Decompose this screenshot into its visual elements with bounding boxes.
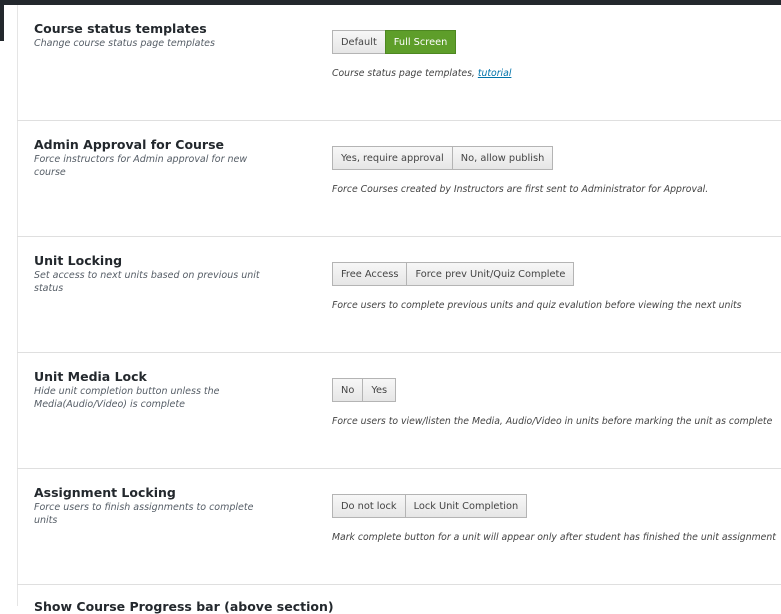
course-status-template-toggle: Default Full Screen [332, 30, 457, 54]
do-not-lock-button[interactable]: Do not lock [332, 494, 406, 518]
setting-title: Assignment Locking [34, 485, 176, 500]
assignment-locking-toggle: Do not lock Lock Unit Completion [332, 494, 528, 518]
unit-media-lock-toggle: No Yes [332, 378, 397, 402]
force-prev-complete-button[interactable]: Force prev Unit/Quiz Complete [406, 262, 575, 286]
setting-description: Force instructors for Admin approval for… [34, 154, 248, 178]
allow-publish-button[interactable]: No, allow publish [451, 146, 554, 170]
setting-description: Set access to next units based on previo… [34, 270, 260, 294]
unit-locking-toggle: Free Access Force prev Unit/Quiz Complet… [332, 262, 575, 286]
free-access-button[interactable]: Free Access [332, 262, 408, 286]
setting-description: Hide unit completion button unless the M… [34, 386, 220, 410]
media-lock-no-button[interactable]: No [332, 378, 364, 402]
setting-description: Force users to finish assignments to com… [34, 502, 254, 526]
setting-row-unit-locking: Unit Locking Set access to next units ba… [17, 237, 781, 353]
setting-row-unit-media-lock: Unit Media Lock Hide unit completion but… [17, 353, 781, 469]
setting-help-text: Force users to complete previous units a… [332, 300, 742, 311]
setting-row-admin-approval: Admin Approval for Course Force instruct… [17, 121, 781, 237]
setting-row-course-status-templates: Course status templates Change course st… [17, 5, 781, 121]
setting-title: Unit Media Lock [34, 369, 147, 384]
setting-help-text: Course status page templates, tutorial [332, 68, 511, 79]
admin-sidebar-edge [0, 5, 4, 41]
setting-help-text: Mark complete button for a unit will app… [332, 532, 776, 543]
tutorial-link[interactable]: tutorial [478, 68, 512, 79]
next-setting-title: Show Course Progress bar (above section) [34, 599, 334, 614]
setting-row-assignment-locking: Assignment Locking Force users to finish… [17, 469, 781, 585]
media-lock-yes-button[interactable]: Yes [362, 378, 397, 402]
setting-title: Course status templates [34, 21, 207, 36]
setting-help-text: Force Courses created by Instructors are… [332, 184, 709, 195]
help-text: Course status page templates, [332, 68, 478, 79]
require-approval-button[interactable]: Yes, require approval [332, 146, 453, 170]
setting-title: Unit Locking [34, 253, 123, 268]
setting-title: Admin Approval for Course [34, 137, 225, 152]
setting-help-text: Force users to view/listen the Media, Au… [332, 416, 773, 427]
default-template-button[interactable]: Default [332, 30, 386, 54]
admin-approval-toggle: Yes, require approval No, allow publish [332, 146, 554, 170]
full-screen-template-button[interactable]: Full Screen [384, 30, 457, 54]
setting-description: Change course status page templates [34, 38, 215, 49]
lock-unit-completion-button[interactable]: Lock Unit Completion [404, 494, 528, 518]
